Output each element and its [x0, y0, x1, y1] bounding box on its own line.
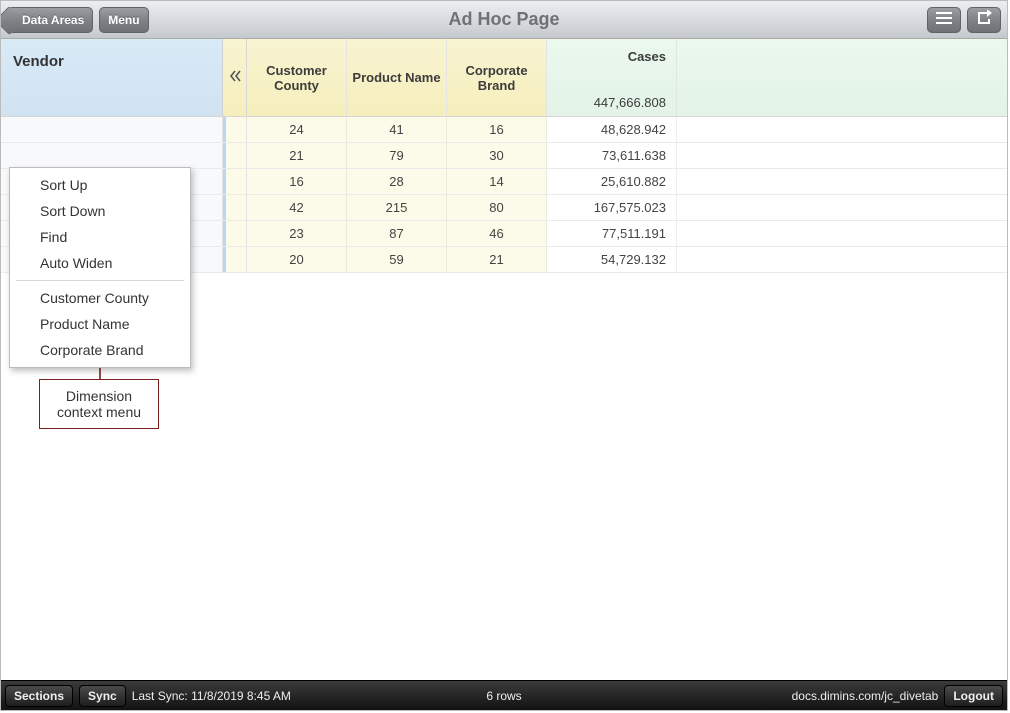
row-padding	[677, 169, 1007, 194]
row-padding	[677, 247, 1007, 272]
logout-button[interactable]: Logout	[944, 685, 1003, 707]
row-dimension-cell	[1, 117, 223, 142]
table-header: Vendor Customer County Product Name Corp…	[1, 39, 1007, 117]
row-value-cell: 77,511.191	[547, 221, 677, 246]
row-sub-cell: 30	[447, 143, 547, 168]
context-menu-item[interactable]: Find	[10, 224, 190, 250]
row-collapse-spacer	[223, 143, 247, 168]
column-header-measure[interactable]: Cases 447,666.808	[547, 39, 677, 116]
row-sub-cell: 79	[347, 143, 447, 168]
options-button[interactable]	[927, 7, 961, 33]
share-icon	[975, 10, 993, 29]
share-button[interactable]	[967, 7, 1001, 33]
row-collapse-spacer	[223, 169, 247, 194]
bottom-bar: Sections Sync Last Sync: 11/8/2019 8:45 …	[1, 680, 1007, 710]
measure-total: 447,666.808	[557, 95, 666, 110]
row-sub-cell: 80	[447, 195, 547, 220]
row-sub-cell: 59	[347, 247, 447, 272]
column-header-sub-1[interactable]: Product Name	[347, 39, 447, 116]
table-row[interactable]: 21793073,611.638	[1, 143, 1007, 169]
menu-lines-icon	[935, 11, 953, 28]
header-spacer	[677, 39, 1007, 116]
sync-button[interactable]: Sync	[79, 685, 126, 707]
chevron-double-left-icon	[229, 70, 241, 85]
row-sub-cell: 23	[247, 221, 347, 246]
app-window: Data Areas Menu Ad Hoc Page Ve	[0, 0, 1008, 711]
table-row[interactable]: 24411648,628.942	[1, 117, 1007, 143]
top-bar: Data Areas Menu Ad Hoc Page	[1, 1, 1007, 39]
column-header-sub-2[interactable]: Corporate Brand	[447, 39, 547, 116]
back-button-label: Data Areas	[22, 13, 84, 27]
row-padding	[677, 195, 1007, 220]
collapse-button[interactable]	[223, 39, 247, 116]
column-header-sub-0[interactable]: Customer County	[247, 39, 347, 116]
row-value-cell: 25,610.882	[547, 169, 677, 194]
column-header-dimension[interactable]: Vendor	[1, 39, 223, 116]
row-padding	[677, 117, 1007, 142]
row-dimension-cell	[1, 143, 223, 168]
row-sub-cell: 14	[447, 169, 547, 194]
row-padding	[677, 143, 1007, 168]
column-header-dimension-label: Vendor	[13, 53, 64, 70]
row-value-cell: 48,628.942	[547, 117, 677, 142]
row-sub-cell: 28	[347, 169, 447, 194]
row-sub-cell: 41	[347, 117, 447, 142]
context-menu-item[interactable]: Product Name	[10, 311, 190, 337]
row-sub-cell: 20	[247, 247, 347, 272]
dimension-context-menu: Sort UpSort DownFindAuto Widen Customer C…	[9, 167, 191, 368]
context-menu-item[interactable]: Corporate Brand	[10, 337, 190, 363]
row-sub-cell: 21	[247, 143, 347, 168]
context-menu-item[interactable]: Sort Down	[10, 198, 190, 224]
row-collapse-spacer	[223, 195, 247, 220]
row-collapse-spacer	[223, 221, 247, 246]
last-sync-label: Last Sync: 11/8/2019 8:45 AM	[132, 689, 291, 703]
row-collapse-spacer	[223, 117, 247, 142]
row-sub-cell: 42	[247, 195, 347, 220]
url-label: docs.dimins.com/jc_divetab	[792, 689, 939, 703]
row-value-cell: 73,611.638	[547, 143, 677, 168]
back-button[interactable]: Data Areas	[7, 7, 93, 33]
row-value-cell: 54,729.132	[547, 247, 677, 272]
context-menu-item[interactable]: Sort Up	[10, 172, 190, 198]
content-area: Vendor Customer County Product Name Corp…	[1, 39, 1007, 680]
row-sub-cell: 24	[247, 117, 347, 142]
row-sub-cell: 87	[347, 221, 447, 246]
row-sub-cell: 16	[247, 169, 347, 194]
page-title: Ad Hoc Page	[1, 9, 1007, 30]
sections-button[interactable]: Sections	[5, 685, 73, 707]
row-sub-cell: 21	[447, 247, 547, 272]
menu-button-label: Menu	[108, 13, 139, 27]
row-value-cell: 167,575.023	[547, 195, 677, 220]
menu-button[interactable]: Menu	[99, 7, 148, 33]
row-sub-cell: 215	[347, 195, 447, 220]
row-sub-cell: 46	[447, 221, 547, 246]
context-menu-item[interactable]: Auto Widen	[10, 250, 190, 276]
row-collapse-spacer	[223, 247, 247, 272]
context-menu-divider	[16, 280, 184, 281]
row-padding	[677, 221, 1007, 246]
context-menu-item[interactable]: Customer County	[10, 285, 190, 311]
row-sub-cell: 16	[447, 117, 547, 142]
callout-label: Dimension context menu	[39, 379, 159, 429]
measure-label: Cases	[557, 49, 666, 64]
